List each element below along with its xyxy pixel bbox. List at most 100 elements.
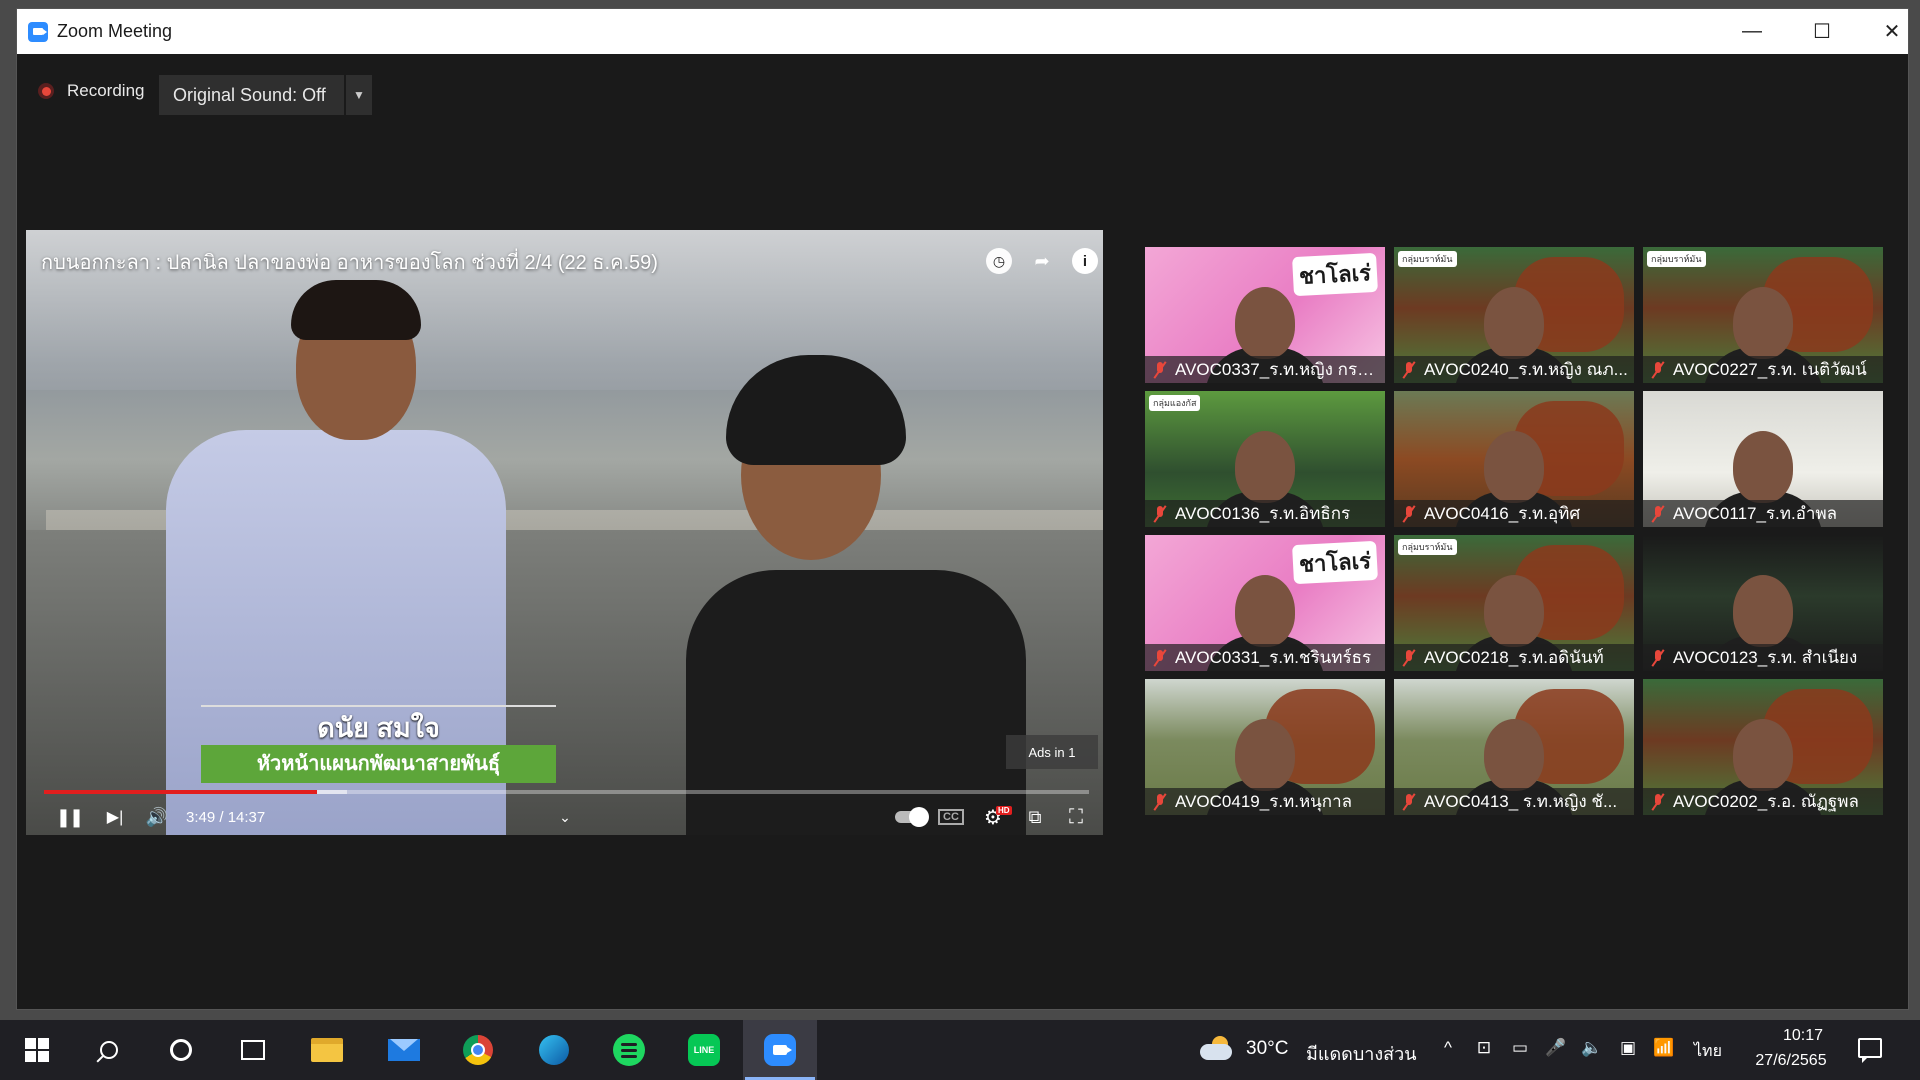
chrome-icon[interactable] [441,1020,515,1080]
participant-tile[interactable]: AVOC0117_ร.ท.อำพล [1643,391,1883,527]
cast-icon[interactable]: ⧉ [1020,802,1050,832]
taskbar-clock-date[interactable]: 27/6/2565 [1741,1052,1841,1070]
participant-name: AVOC0123_ร.ท. สำเนียง [1673,648,1858,667]
participant-nameplate: AVOC0117_ร.ท.อำพล [1643,500,1883,527]
windows-taskbar: LINE 30°C มีแดดบางส่วน ^ ⊡ ▭ 🎤 🔈 ▣ 📶 ไทย… [0,1020,1920,1080]
caption-role: หัวหน้าแผนกพัฒนาสายพันธุ์ [201,745,556,783]
original-sound-button[interactable]: Original Sound: Off [159,75,344,115]
file-explorer-icon[interactable] [290,1020,364,1080]
participant-tile[interactable]: AVOC0413_ ร.ท.หญิง ชั... [1394,679,1634,815]
participant-tile[interactable]: AVOC0202_ร.อ. ณัฏฐพล [1643,679,1883,815]
exit-fullscreen-icon[interactable]: ⛶ [1061,802,1091,832]
participant-name: AVOC0117_ร.ท.อำพล [1673,504,1838,523]
tray-microphone-icon[interactable]: 🎤 [1544,1038,1568,1058]
taskbar-clock-time[interactable]: 10:17 [1763,1027,1843,1045]
participant-nameplate: AVOC0123_ร.ท. สำเนียง [1643,644,1883,671]
participant-nameplate: AVOC0136_ร.ท.อิทธิกร [1145,500,1385,527]
participant-tile[interactable]: AVOC0123_ร.ท. สำเนียง [1643,535,1883,671]
pause-button[interactable]: ❚❚ [54,802,84,832]
maximize-button[interactable]: ☐ [1787,9,1857,54]
participant-nameplate: AVOC0337_ร.ท.หญิง กรร... [1145,356,1385,383]
participant-tile[interactable]: กลุ่มบราห์มัน AVOC0218_ร.ท.อดินันท์ [1394,535,1634,671]
participant-nameplate: AVOC0413_ ร.ท.หญิง ชั... [1394,788,1634,815]
mic-muted-icon [1153,360,1167,379]
recording-label[interactable]: Recording [67,81,145,101]
mic-muted-icon [1153,504,1167,523]
virtual-background-tag: กลุ่มแองกัส [1149,395,1201,411]
video-progress-bar[interactable] [44,790,1089,794]
participant-name: AVOC0416_ร.ท.อุทิศ [1424,504,1581,523]
participant-name: AVOC0413_ ร.ท.หญิง ชั... [1424,792,1618,811]
participant-tile[interactable]: กลุ่มแองกัส AVOC0136_ร.ท.อิทธิกร [1145,391,1385,527]
tray-volume-icon[interactable]: 🔈 [1580,1038,1604,1058]
ads-countdown-badge: Ads in 1 [1006,735,1098,769]
share-icon[interactable]: ➦ [1029,248,1055,274]
participant-tile[interactable]: AVOC0416_ร.ท.อุทิศ [1394,391,1634,527]
virtual-background-tag: กลุ่มบราห์มัน [1398,251,1457,267]
mic-muted-icon [1402,648,1416,667]
original-sound-dropdown[interactable]: ▼ [346,75,372,115]
participant-face [1484,719,1544,791]
mic-muted-icon [1153,792,1167,811]
mic-muted-icon [1651,648,1665,667]
participant-face [1733,575,1793,647]
participant-face [1484,431,1544,503]
tray-chevron-up-icon[interactable]: ^ [1436,1038,1460,1058]
weather-description[interactable]: มีแดดบางส่วน [1306,1039,1417,1068]
mic-muted-icon [1651,360,1665,379]
autoplay-toggle[interactable] [890,802,930,832]
desktop: Zoom Meeting — ☐ ✕ Recording Original So… [0,0,1920,1080]
virtual-background-tag: กลุ่มบราห์มัน [1398,539,1457,555]
spotify-icon[interactable] [592,1020,666,1080]
edge-icon[interactable] [517,1020,591,1080]
tray-wifi-icon[interactable]: 📶 [1652,1038,1676,1058]
participant-name: AVOC0419_ร.ท.หนุกาล [1175,792,1353,811]
participant-nameplate: AVOC0331_ร.ท.ชรินทร์ธร [1145,644,1385,671]
participant-name: AVOC0240_ร.ท.หญิง ณภ... [1424,360,1628,379]
participant-gallery: ชาโลเร่ AVOC0337_ร.ท.หญิง กรร... กลุ่มบราห… [1145,247,1892,817]
watch-later-icon[interactable]: ◷ [986,248,1012,274]
participant-tile[interactable]: AVOC0419_ร.ท.หนุกาล [1145,679,1385,815]
hd-badge: HD [996,806,1012,815]
zoom-taskbar-icon[interactable] [743,1020,817,1080]
video-title[interactable]: กบนอกกะลา : ปลานิล ปลาของพ่อ อาหารของโลก… [41,246,658,278]
cortana-icon[interactable] [144,1020,218,1080]
chevron-down-icon[interactable]: ⌄ [552,802,578,832]
partly-sunny-weather-icon[interactable] [1200,1034,1232,1064]
title-bar[interactable]: Zoom Meeting — ☐ ✕ [17,9,1908,54]
tray-meet-now-icon[interactable]: ⊡ [1472,1038,1496,1058]
participant-tile[interactable]: กลุ่มบราห์มัน AVOC0240_ร.ท.หญิง ณภ... [1394,247,1634,383]
participant-face [1235,287,1295,359]
info-icon[interactable]: i [1072,248,1098,274]
zoom-app-icon [28,21,48,42]
participant-tile[interactable]: ชาโลเร่ AVOC0337_ร.ท.หญิง กรร... [1145,247,1385,383]
close-button[interactable]: ✕ [1857,9,1920,54]
participant-nameplate: AVOC0202_ร.อ. ณัฏฐพล [1643,788,1883,815]
search-icon[interactable] [72,1020,146,1080]
tray-display-icon[interactable]: ▣ [1616,1038,1640,1058]
participant-tile[interactable]: กลุ่มบราห์มัน AVOC0227_ร.ท. เนติวัฒน์ [1643,247,1883,383]
weather-temperature[interactable]: 30°C [1246,1038,1288,1060]
participant-face [1733,431,1793,503]
participant-nameplate: AVOC0227_ร.ท. เนติวัฒน์ [1643,356,1883,383]
captions-button[interactable]: CC [936,802,966,832]
video-person-woman-body [686,570,1026,835]
shared-screen-video[interactable]: กบนอกกะลา : ปลานิล ปลาของพ่อ อาหารของโลก… [26,230,1103,835]
video-progress-fill [44,790,317,794]
participant-name: AVOC0218_ร.ท.อดินันท์ [1424,648,1604,667]
minimize-button[interactable]: — [1717,9,1787,54]
next-video-button[interactable]: ▶| [100,802,130,832]
line-app-icon[interactable]: LINE [667,1020,741,1080]
task-view-icon[interactable] [216,1020,290,1080]
participant-face [1484,575,1544,647]
volume-icon[interactable]: 🔊 [142,802,172,832]
participant-face [1235,431,1295,503]
mail-icon[interactable] [367,1020,441,1080]
tray-battery-icon[interactable]: ▭ [1508,1038,1532,1058]
caption-name: ดนัย สมใจ [201,705,556,747]
recording-indicator-icon[interactable] [38,83,54,99]
windows-start-icon[interactable] [0,1020,74,1080]
participant-tile[interactable]: ชาโลเร่ AVOC0331_ร.ท.ชรินทร์ธร [1145,535,1385,671]
input-language-indicator[interactable]: ไทย [1694,1039,1722,1064]
notification-center-icon[interactable] [1858,1038,1882,1063]
